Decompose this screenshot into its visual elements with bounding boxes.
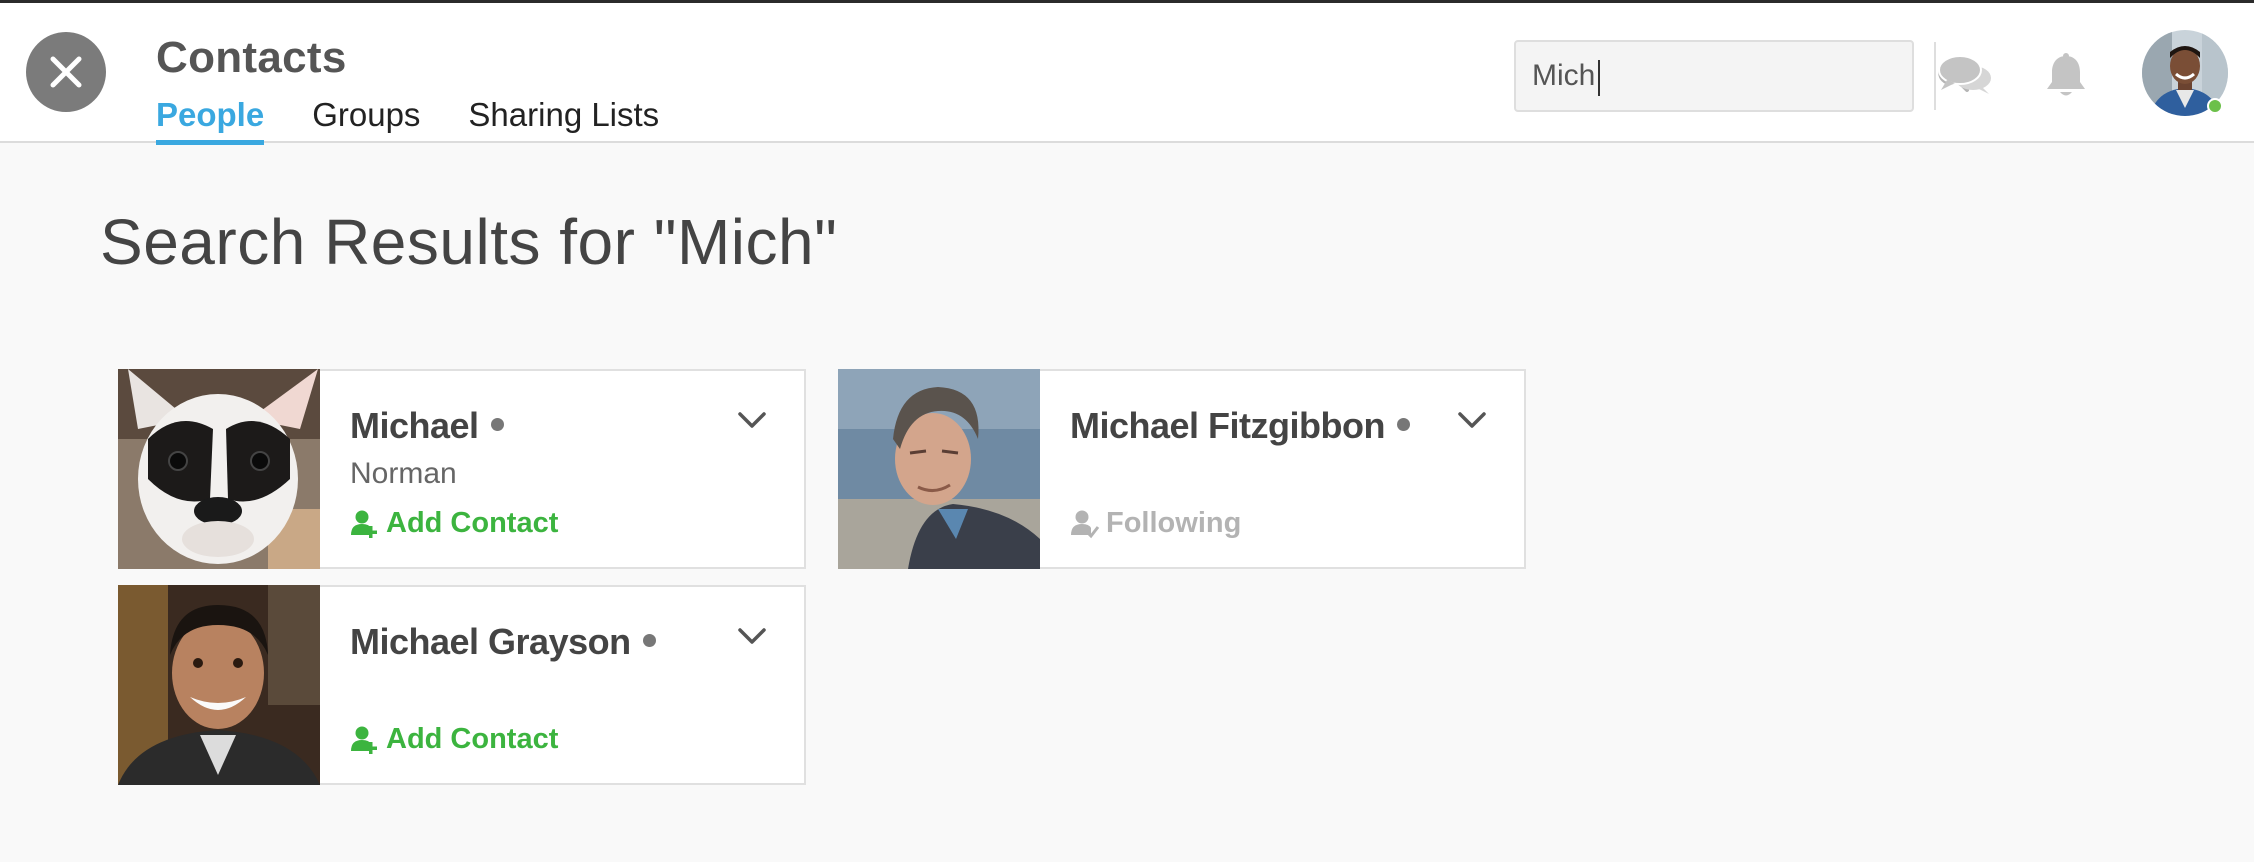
- add-contact-button[interactable]: Add Contact: [350, 507, 558, 540]
- following-button[interactable]: Following: [1070, 507, 1241, 540]
- page-title: Contacts: [156, 33, 347, 82]
- chevron-down-icon: [1458, 412, 1486, 428]
- contact-subtitle: Norman: [350, 457, 457, 490]
- smiling-man-photo: [118, 585, 320, 785]
- app-header: Contacts People Groups Sharing Lists: [0, 3, 2254, 145]
- contact-name[interactable]: Michael Fitzgibbon: [1070, 405, 1410, 447]
- bulldog-photo: [118, 369, 320, 569]
- contact-photo[interactable]: [118, 369, 320, 569]
- status-dot: [1396, 417, 1410, 431]
- tab-bar: People Groups Sharing Lists: [156, 94, 659, 145]
- action-label: Add Contact: [386, 723, 559, 755]
- chat-icon: [1938, 55, 1991, 94]
- search-box: [1514, 40, 1970, 112]
- results-heading: Search Results for "Mich": [100, 206, 838, 278]
- contact-card: Michael Grayson Add Contact: [118, 585, 806, 785]
- action-label: Following: [1106, 507, 1242, 539]
- close-button[interactable]: [26, 32, 106, 112]
- contact-photo[interactable]: [118, 585, 320, 785]
- text-caret: [1598, 60, 1600, 96]
- card-menu-button[interactable]: [732, 405, 772, 435]
- add-person-icon: [351, 726, 377, 754]
- action-label: Add Contact: [386, 507, 559, 539]
- bell-icon: [2047, 53, 2085, 96]
- tab-people[interactable]: People: [156, 94, 265, 145]
- chevron-down-icon: [738, 412, 766, 428]
- add-person-icon: [351, 510, 377, 538]
- card-menu-button[interactable]: [732, 621, 772, 651]
- status-dot: [490, 417, 504, 431]
- tab-sharing-lists[interactable]: Sharing Lists: [468, 94, 659, 143]
- status-dot: [642, 633, 656, 647]
- close-icon: [50, 56, 82, 88]
- card-menu-button[interactable]: [1452, 405, 1492, 435]
- contact-photo[interactable]: [838, 369, 1040, 569]
- messages-button[interactable]: [1936, 49, 1996, 103]
- online-status-dot: [2207, 98, 2223, 114]
- add-contact-button[interactable]: Add Contact: [350, 723, 558, 756]
- contact-name[interactable]: Michael: [350, 405, 504, 447]
- person-check-icon: [1071, 510, 1100, 538]
- chevron-down-icon: [738, 628, 766, 644]
- contact-card: Michael Norman Add Contact: [118, 369, 806, 569]
- notifications-button[interactable]: [2036, 49, 2096, 103]
- tab-groups[interactable]: Groups: [312, 94, 420, 143]
- contact-card: Michael Fitzgibbon Following: [838, 369, 1526, 569]
- search-input[interactable]: [1516, 42, 1934, 110]
- man-seaside-photo: [838, 369, 1040, 569]
- contact-name[interactable]: Michael Grayson: [350, 621, 656, 663]
